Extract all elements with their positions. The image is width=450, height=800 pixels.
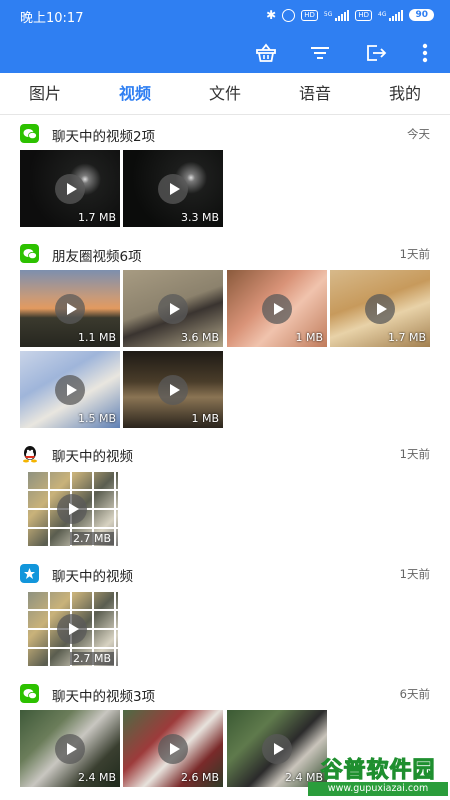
video-size: 1.7 MB bbox=[77, 211, 116, 224]
video-thumbnail[interactable]: 2.7 MB bbox=[26, 590, 118, 668]
signal-icon bbox=[335, 9, 350, 21]
tab-mine[interactable]: 我的 bbox=[360, 73, 450, 114]
tab-videos[interactable]: 视频 bbox=[90, 73, 180, 114]
play-icon bbox=[55, 174, 85, 204]
video-size: 2.7 MB bbox=[69, 652, 114, 665]
network-5g-label: 5G bbox=[323, 11, 333, 18]
video-size: 2.4 MB bbox=[77, 771, 116, 784]
signal-icon bbox=[389, 9, 404, 21]
video-group: 聊天中的视频 1天前 2.7 MB bbox=[0, 560, 450, 672]
group-header[interactable]: 朋友圈视频6项 1天前 bbox=[0, 240, 450, 268]
wechat-icon bbox=[20, 124, 39, 143]
video-group: 朋友圈视频6项 1天前 1.1 MB 3.6 MB 1 MB 1.7 MB 1.… bbox=[0, 240, 450, 430]
app-header: 晚上10:17 ✱ HD 5G HD 4G 90 bbox=[0, 0, 450, 73]
tab-files[interactable]: 文件 bbox=[180, 73, 270, 114]
hd-icon: HD bbox=[301, 9, 318, 21]
video-thumbnail[interactable]: 2.4 MB bbox=[20, 710, 120, 787]
video-thumbnail[interactable]: 1.7 MB bbox=[330, 270, 430, 347]
site-watermark: 谷普软件园 www.gupuxiazai.com bbox=[308, 752, 448, 798]
filter-icon bbox=[311, 47, 329, 59]
hd-icon: HD bbox=[355, 9, 372, 21]
qq-lite-icon bbox=[20, 564, 39, 583]
qq-icon bbox=[20, 444, 39, 463]
play-icon bbox=[55, 294, 85, 324]
watermark-logo-text: 谷普软件园 bbox=[320, 758, 436, 784]
play-icon bbox=[57, 614, 87, 644]
more-button[interactable] bbox=[412, 38, 438, 68]
alarm-icon bbox=[282, 8, 296, 22]
group-time: 1天前 bbox=[399, 567, 430, 581]
watermark-url: www.gupuxiazai.com bbox=[308, 782, 448, 796]
status-icons: ✱ HD 5G HD 4G 90 bbox=[266, 8, 434, 22]
group-header[interactable]: 聊天中的视频 1天前 bbox=[0, 560, 450, 588]
play-icon bbox=[57, 494, 87, 524]
more-icon bbox=[422, 43, 428, 63]
tab-images[interactable]: 图片 bbox=[0, 73, 90, 114]
video-size: 2.6 MB bbox=[180, 771, 219, 784]
group-header[interactable]: 聊天中的视频3项 6天前 bbox=[0, 680, 450, 708]
play-icon bbox=[158, 375, 188, 405]
video-thumbnail[interactable]: 1.1 MB bbox=[20, 270, 120, 347]
video-group: 聊天中的视频 1天前 2.7 MB bbox=[0, 440, 450, 552]
play-icon bbox=[158, 294, 188, 324]
network-4g-label: 4G bbox=[378, 11, 387, 18]
video-thumbnail[interactable]: 3.6 MB bbox=[123, 270, 223, 347]
group-time: 今天 bbox=[407, 127, 430, 141]
video-size: 2.7 MB bbox=[69, 532, 114, 545]
export-button[interactable] bbox=[362, 38, 390, 68]
play-icon bbox=[55, 375, 85, 405]
group-title: 朋友圈视频6项 bbox=[52, 249, 142, 265]
group-header[interactable]: 聊天中的视频2项 今天 bbox=[0, 120, 450, 148]
bluetooth-icon: ✱ bbox=[266, 8, 277, 22]
group-title: 聊天中的视频3项 bbox=[52, 689, 156, 705]
video-size: 3.6 MB bbox=[180, 331, 219, 344]
tab-voice[interactable]: 语音 bbox=[270, 73, 360, 114]
video-thumbnail[interactable]: 2.7 MB bbox=[26, 470, 118, 548]
export-icon bbox=[367, 45, 387, 61]
status-bar: 晚上10:17 ✱ HD 5G HD 4G 90 bbox=[0, 0, 450, 30]
video-thumbnail[interactable]: 1 MB bbox=[123, 351, 223, 428]
group-time: 6天前 bbox=[399, 687, 430, 701]
play-icon bbox=[365, 294, 395, 324]
play-icon bbox=[262, 734, 292, 764]
group-title: 聊天中的视频2项 bbox=[52, 129, 156, 145]
video-size: 3.3 MB bbox=[180, 211, 219, 224]
video-thumbnail[interactable]: 2.6 MB bbox=[123, 710, 223, 787]
video-size: 1 MB bbox=[191, 412, 219, 425]
group-title: 聊天中的视频 bbox=[52, 569, 133, 585]
category-tabs: 图片 视频 文件 语音 我的 bbox=[0, 73, 450, 115]
wechat-icon bbox=[20, 244, 39, 263]
play-icon bbox=[55, 734, 85, 764]
group-time: 1天前 bbox=[399, 247, 430, 261]
video-thumbnail[interactable]: 1 MB bbox=[227, 270, 327, 347]
video-thumbnail[interactable]: 3.3 MB bbox=[123, 150, 223, 227]
video-group: 聊天中的视频2项 今天 1.7 MB 3.3 MB bbox=[0, 120, 450, 230]
basket-button[interactable] bbox=[252, 38, 280, 68]
video-size: 1 MB bbox=[295, 331, 323, 344]
play-icon bbox=[158, 174, 188, 204]
video-size: 1.7 MB bbox=[387, 331, 426, 344]
wechat-icon bbox=[20, 684, 39, 703]
group-time: 1天前 bbox=[399, 447, 430, 461]
video-thumbnail[interactable]: 1.5 MB bbox=[20, 351, 120, 428]
filter-button[interactable] bbox=[306, 38, 334, 68]
group-header[interactable]: 聊天中的视频 1天前 bbox=[0, 440, 450, 468]
battery-icon: 90 bbox=[409, 9, 434, 21]
group-title: 聊天中的视频 bbox=[52, 449, 133, 465]
video-size: 1.5 MB bbox=[77, 412, 116, 425]
video-size: 1.1 MB bbox=[77, 331, 116, 344]
play-icon bbox=[262, 294, 292, 324]
status-time: 晚上10:17 bbox=[20, 11, 84, 26]
play-icon bbox=[158, 734, 188, 764]
basket-icon bbox=[256, 43, 276, 62]
video-thumbnail[interactable]: 1.7 MB bbox=[20, 150, 120, 227]
